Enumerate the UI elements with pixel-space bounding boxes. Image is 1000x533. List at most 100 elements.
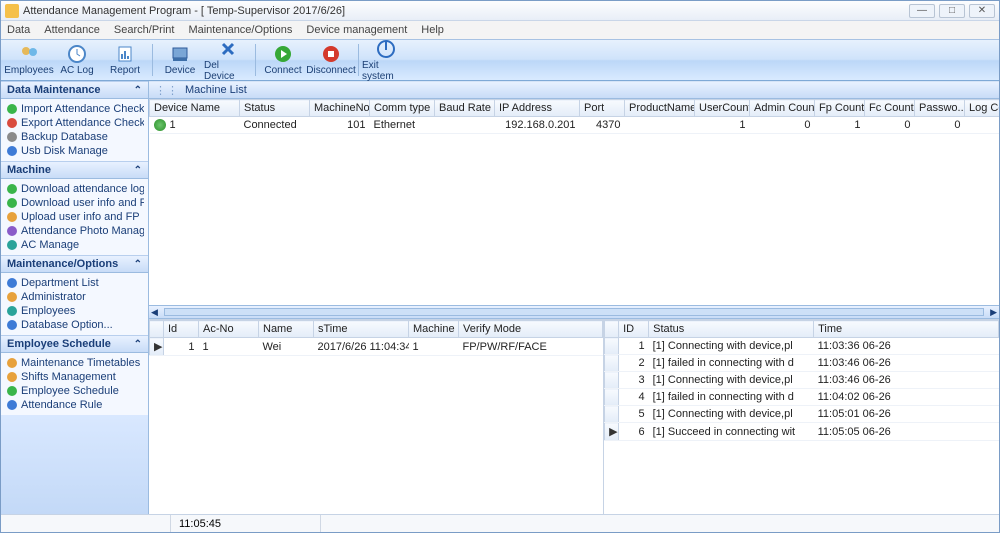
log-row[interactable]: 5[1] Connecting with device,pl11:05:01 0…: [605, 406, 999, 423]
device-grid[interactable]: Device Name Status MachineNo. Comm type …: [149, 99, 999, 305]
panel-data-maintenance[interactable]: Data Maintenance ⌃: [1, 81, 148, 99]
device-row[interactable]: 1 Connected 101 Ethernet 192.168.0.201 4…: [150, 117, 1000, 134]
menu-device-management[interactable]: Device management: [306, 24, 407, 36]
sidebar-item-label: Upload user info and FP: [21, 211, 140, 223]
sidebar-item-label: Backup Database: [21, 131, 108, 143]
employees-button[interactable]: Employees: [5, 40, 53, 80]
sidebar-item-employees[interactable]: Employees: [5, 304, 144, 318]
panel-title: Machine: [7, 164, 51, 176]
toolbar: Employees AC Log Report Device Del Devi: [1, 39, 999, 81]
col-log-time[interactable]: Time: [814, 321, 999, 338]
sidebar-item-usb[interactable]: Usb Disk Manage: [5, 144, 144, 158]
photo-icon: [7, 226, 17, 236]
sidebar-item-dept-list[interactable]: Department List: [5, 276, 144, 290]
cell: 1: [409, 338, 459, 356]
cell: 11:03:36 06-26: [814, 338, 999, 355]
del-device-button[interactable]: Del Device: [204, 40, 252, 80]
sidebar-item-download-logs[interactable]: Download attendance logs: [5, 182, 144, 196]
attendance-row[interactable]: ▶ 1 1 Wei 2017/6/26 11:04:34 1 FP/PW/RF/…: [150, 338, 603, 356]
col-acno[interactable]: Ac-No: [199, 321, 259, 338]
scroll-thumb[interactable]: [164, 308, 984, 316]
col-logcount[interactable]: Log Count: [965, 100, 1000, 117]
log-row[interactable]: 1[1] Connecting with device,pl11:03:36 0…: [605, 338, 999, 355]
aclog-button[interactable]: AC Log: [53, 40, 101, 80]
scroll-right-icon[interactable]: ▶: [990, 307, 997, 318]
sidebar-item-admin[interactable]: Administrator: [5, 290, 144, 304]
col-machine-no[interactable]: MachineNo.: [310, 100, 370, 117]
log-row[interactable]: ▶6[1] Succeed in connecting wit11:05:05 …: [605, 423, 999, 441]
cell: [1] Connecting with device,pl: [649, 406, 814, 423]
cell: 2: [619, 355, 649, 372]
status-bar: 11:05:45: [1, 514, 999, 532]
sidebar-item-ac-manage[interactable]: AC Manage: [5, 238, 144, 252]
maximize-button[interactable]: □: [939, 4, 965, 18]
connected-icon: [154, 119, 166, 131]
close-button[interactable]: ✕: [969, 4, 995, 18]
menu-search-print[interactable]: Search/Print: [114, 24, 175, 36]
cell: 0: [750, 117, 815, 134]
col-id[interactable]: Id: [164, 321, 199, 338]
sidebar-item-import-att[interactable]: Import Attendance Checking Data: [5, 102, 144, 116]
report-button[interactable]: Report: [101, 40, 149, 80]
cell: [1] failed in connecting with d: [649, 355, 814, 372]
log-row[interactable]: 3[1] Connecting with device,pl11:03:46 0…: [605, 372, 999, 389]
list-icon: [7, 278, 17, 288]
report-label: Report: [110, 65, 140, 76]
col-fccount[interactable]: Fc Count: [865, 100, 915, 117]
menu-help[interactable]: Help: [421, 24, 444, 36]
sidebar-item-export-att[interactable]: Export Attendance Checking Data: [5, 116, 144, 130]
horizontal-scrollbar[interactable]: ◀ ▶: [149, 305, 999, 319]
log-row[interactable]: 2[1] failed in connecting with d11:03:46…: [605, 355, 999, 372]
col-port[interactable]: Port: [580, 100, 625, 117]
col-machine[interactable]: Machine: [409, 321, 459, 338]
col-baud[interactable]: Baud Rate: [435, 100, 495, 117]
attendance-grid[interactable]: Id Ac-No Name sTime Machine Verify Mode …: [149, 320, 603, 514]
download-icon: [7, 198, 17, 208]
col-device-name[interactable]: Device Name: [150, 100, 240, 117]
export-icon: [7, 118, 17, 128]
menu-data[interactable]: Data: [7, 24, 30, 36]
menu-attendance[interactable]: Attendance: [44, 24, 100, 36]
cell: 11:03:46 06-26: [814, 355, 999, 372]
main-area: ⋮⋮ Machine List Device Name St: [149, 81, 999, 514]
disconnect-button[interactable]: Disconnect: [307, 40, 355, 80]
minimize-button[interactable]: —: [909, 4, 935, 18]
col-status[interactable]: Status: [240, 100, 310, 117]
sidebar-item-att-rule[interactable]: Attendance Rule: [5, 398, 144, 412]
col-log-status[interactable]: Status: [649, 321, 814, 338]
sidebar-item-db-option[interactable]: Database Option...: [5, 318, 144, 332]
sidebar-item-label: Employees: [21, 305, 75, 317]
sidebar-item-shifts[interactable]: Shifts Management: [5, 370, 144, 384]
sidebar-item-emp-schedule[interactable]: Employee Schedule: [5, 384, 144, 398]
col-ip[interactable]: IP Address: [495, 100, 580, 117]
col-usercount[interactable]: UserCount: [695, 100, 750, 117]
col-fpcount[interactable]: Fp Count: [815, 100, 865, 117]
sidebar-item-upload-user[interactable]: Upload user info and FP: [5, 210, 144, 224]
panel-maintenance-options[interactable]: Maintenance/Options ⌃: [1, 255, 148, 273]
col-stime[interactable]: sTime: [314, 321, 409, 338]
log-row[interactable]: 4[1] failed in connecting with d11:04:02…: [605, 389, 999, 406]
col-product[interactable]: ProductName: [625, 100, 695, 117]
device-button[interactable]: Device: [156, 40, 204, 80]
cell: Connected: [240, 117, 310, 134]
panel-machine[interactable]: Machine ⌃: [1, 161, 148, 179]
col-verify[interactable]: Verify Mode: [459, 321, 603, 338]
col-name[interactable]: Name: [259, 321, 314, 338]
exit-button[interactable]: Exit system: [362, 40, 410, 80]
col-log-id[interactable]: ID: [619, 321, 649, 338]
cell: 101: [310, 117, 370, 134]
sidebar-item-download-user[interactable]: Download user info and Fp: [5, 196, 144, 210]
panel-employee-schedule[interactable]: Employee Schedule ⌃: [1, 335, 148, 353]
menu-maintenance-options[interactable]: Maintenance/Options: [188, 24, 292, 36]
cell: 11:05:01 06-26: [814, 406, 999, 423]
col-admincount[interactable]: Admin Count: [750, 100, 815, 117]
sidebar-item-photo-mgmt[interactable]: Attendance Photo Management: [5, 224, 144, 238]
scroll-left-icon[interactable]: ◀: [151, 307, 158, 318]
col-comm-type[interactable]: Comm type: [370, 100, 435, 117]
sidebar-item-timetables[interactable]: Maintenance Timetables: [5, 356, 144, 370]
connect-button[interactable]: Connect: [259, 40, 307, 80]
sidebar-item-backup-db[interactable]: Backup Database: [5, 130, 144, 144]
log-grid[interactable]: ID Status Time 1[1] Connecting with devi…: [604, 320, 999, 514]
device-label: Device: [165, 65, 196, 76]
col-passwo[interactable]: Passwo...: [915, 100, 965, 117]
